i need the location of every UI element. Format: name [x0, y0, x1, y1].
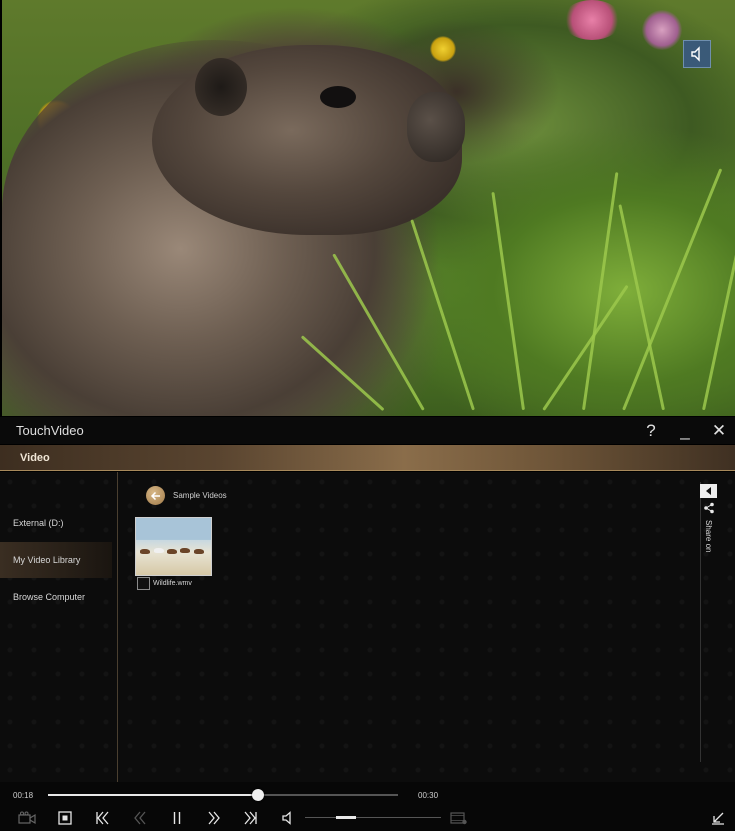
- breadcrumb: Sample Videos: [173, 491, 227, 500]
- window-controls: ? _ ✕: [643, 422, 727, 439]
- grass-blade: [491, 191, 525, 411]
- horse: [194, 549, 204, 554]
- arrow-down-left-icon: [712, 812, 724, 825]
- media-browser: External (D:) My Video Library Browse Co…: [0, 472, 735, 782]
- volume-slider[interactable]: [305, 816, 441, 819]
- speaker-icon: [282, 811, 291, 825]
- sidebar-item-label: Browse Computer: [13, 592, 86, 602]
- total-time: 00:30: [418, 791, 439, 800]
- horse: [167, 549, 177, 554]
- marmot-nose: [407, 92, 465, 162]
- stop-button[interactable]: [56, 810, 74, 826]
- fast-forward-icon: [208, 811, 220, 825]
- sidebar-item-label: External (D:): [13, 518, 64, 528]
- video-thumbnail[interactable]: [135, 517, 212, 576]
- seek-bar[interactable]: [48, 789, 398, 801]
- grass-blade: [702, 184, 735, 411]
- sidebar-item-label: My Video Library: [13, 555, 81, 565]
- horse: [180, 548, 190, 553]
- back-button[interactable]: [146, 486, 165, 505]
- triangle-left-icon: [705, 487, 711, 495]
- transport-bar: 00:18 00:30: [0, 782, 735, 831]
- video-camera-icon: [18, 811, 36, 825]
- stop-icon: [58, 811, 72, 825]
- flower: [562, 0, 622, 40]
- sidebar-item-external-drive[interactable]: External (D:): [0, 505, 112, 541]
- horse: [140, 549, 150, 554]
- section-title: Video: [20, 451, 50, 464]
- file-select-checkbox[interactable]: [137, 577, 150, 590]
- grass-blade: [618, 204, 665, 411]
- volume-overlay-button[interactable]: [683, 40, 711, 68]
- next-track-button[interactable]: [242, 810, 260, 826]
- file-name: Wildlife.wmv: [153, 580, 192, 587]
- share-icon[interactable]: [703, 502, 715, 514]
- grass-blade: [582, 172, 619, 411]
- flower: [430, 36, 456, 62]
- fast-forward-button[interactable]: [205, 810, 223, 826]
- speaker-icon: [691, 46, 700, 62]
- rewind-button[interactable]: [131, 810, 149, 826]
- minimize-button[interactable]: _: [677, 422, 693, 439]
- close-button[interactable]: ✕: [711, 422, 727, 439]
- section-header: Video: [0, 445, 735, 471]
- previous-track-button[interactable]: [93, 810, 111, 826]
- camera-button[interactable]: [18, 810, 36, 826]
- volume-level: [335, 816, 356, 819]
- skip-forward-icon: [244, 811, 257, 825]
- film-strip-icon: [450, 812, 467, 825]
- share-label: Share on: [704, 520, 713, 553]
- help-button[interactable]: ?: [643, 422, 659, 439]
- share-panel-toggle[interactable]: [700, 484, 717, 498]
- pause-button[interactable]: [168, 810, 186, 826]
- marmot-eye: [320, 86, 356, 108]
- skip-back-icon: [96, 811, 109, 825]
- arrow-left-icon: [150, 491, 160, 500]
- playlist-button[interactable]: [450, 810, 468, 826]
- video-frame[interactable]: [2, 0, 735, 416]
- pause-icon: [173, 812, 181, 824]
- app-title: TouchVideo: [16, 423, 84, 438]
- marmot-ear: [195, 58, 247, 116]
- volume-button[interactable]: [279, 810, 297, 826]
- flower: [642, 10, 682, 50]
- sidebar-item-browse-computer[interactable]: Browse Computer: [0, 579, 112, 615]
- sidebar-item-my-video-library[interactable]: My Video Library: [0, 542, 112, 578]
- rewind-icon: [134, 811, 146, 825]
- restore-player-button[interactable]: [709, 810, 727, 826]
- seek-progress: [48, 794, 258, 796]
- seek-handle[interactable]: [252, 789, 264, 801]
- horse: [154, 548, 164, 553]
- sidebar: External (D:) My Video Library Browse Co…: [0, 472, 118, 782]
- title-bar: TouchVideo ? _ ✕: [0, 417, 735, 444]
- current-time: 00:18: [13, 791, 34, 800]
